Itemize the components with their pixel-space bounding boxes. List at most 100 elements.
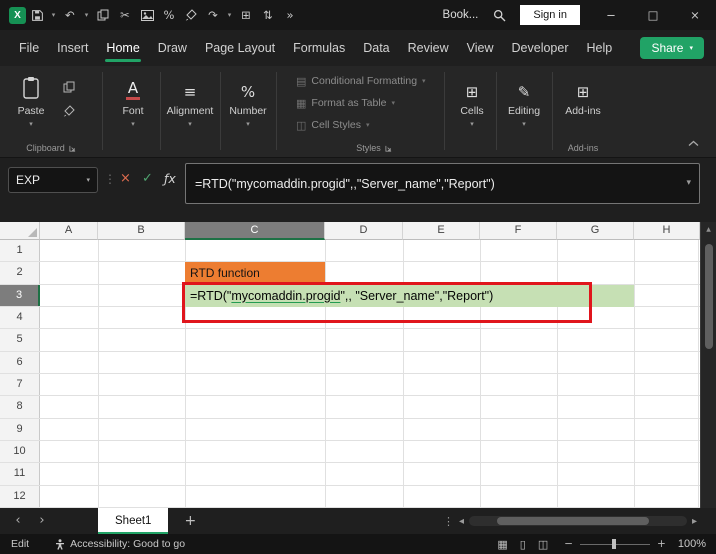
sign-in-button[interactable]: Sign in <box>520 5 580 25</box>
percent-style-icon[interactable]: % <box>158 0 180 30</box>
horizontal-scrollbar[interactable] <box>468 516 687 526</box>
sheet-nav-prev-button[interactable]: ‹ <box>6 508 30 534</box>
share-button[interactable]: Share ▾ <box>640 37 704 59</box>
sort-icon[interactable]: ⇅ <box>257 0 279 30</box>
page-break-view-button[interactable]: ◫ <box>538 538 548 551</box>
zoom-slider[interactable] <box>580 539 651 549</box>
row-header-8[interactable]: 8 <box>0 396 40 418</box>
add-ins-button[interactable]: ⊞ Add-ins <box>558 70 608 136</box>
chevron-down-icon[interactable]: ▾ <box>86 176 90 184</box>
tab-review[interactable]: Review <box>399 30 458 66</box>
tab-insert[interactable]: Insert <box>48 30 97 66</box>
vertical-scrollbar-thumb[interactable] <box>705 244 713 349</box>
toolbar-overflow-icon[interactable]: » <box>279 0 301 30</box>
enter-icon[interactable]: ✓ <box>142 171 153 186</box>
row-header-2[interactable]: 2 <box>0 262 40 284</box>
conditional-formatting-button[interactable]: ▤ Conditional Formatting ▾ <box>296 70 452 92</box>
format-as-table-button[interactable]: ▦ Format as Table ▾ <box>296 92 452 114</box>
format-painter-button[interactable] <box>60 102 78 120</box>
column-header-f[interactable]: F <box>480 222 557 240</box>
column-header-h[interactable]: H <box>634 222 700 240</box>
picture-icon[interactable] <box>136 0 158 30</box>
minimize-button[interactable]: − <box>590 0 632 30</box>
save-icon[interactable] <box>26 0 48 30</box>
table-icon[interactable]: ⊞ <box>235 0 257 30</box>
zoom-out-button[interactable]: − <box>564 538 573 550</box>
column-header-c[interactable]: C <box>185 222 325 240</box>
insert-function-icon[interactable]: ƒx <box>164 171 176 186</box>
redo-dropdown-icon[interactable]: ▾ <box>224 0 235 30</box>
maximize-button[interactable]: □ <box>632 0 674 30</box>
editing-group-button[interactable]: ✎ Editing ▾ <box>500 70 548 136</box>
cells-group-button[interactable]: ⊞ Cells ▾ <box>450 70 494 136</box>
tab-developer[interactable]: Developer <box>503 30 578 66</box>
column-header-e[interactable]: E <box>403 222 480 240</box>
search-icon[interactable] <box>488 0 510 30</box>
font-group-button[interactable]: A Font ▾ <box>110 70 156 136</box>
chevron-down-icon: ▾ <box>246 120 250 128</box>
zoom-slider-thumb[interactable] <box>612 539 617 549</box>
formula-input[interactable]: =RTD("mycomaddin.progid",,"Server_name",… <box>185 163 700 204</box>
name-box[interactable]: EXP ▾ <box>8 167 98 193</box>
alignment-group-button[interactable]: ≡ Alignment ▾ <box>164 70 216 136</box>
zoom-level[interactable]: 100% <box>678 538 706 550</box>
tab-page-layout[interactable]: Page Layout <box>196 30 284 66</box>
cell-styles-label: Cell Styles <box>311 119 362 131</box>
page-layout-view-button[interactable]: ▯ <box>520 538 526 551</box>
tab-data[interactable]: Data <box>354 30 398 66</box>
scroll-left-icon[interactable]: ◂ <box>459 516 464 527</box>
gridline <box>698 240 699 508</box>
cut-icon[interactable]: ✂ <box>114 0 136 30</box>
scroll-up-icon[interactable]: ▲ <box>701 222 716 238</box>
row-header-4[interactable]: 4 <box>0 306 40 329</box>
column-header-b[interactable]: B <box>98 222 185 240</box>
expand-formula-bar-icon[interactable]: ▾ <box>686 178 691 188</box>
column-header-g[interactable]: G <box>557 222 634 240</box>
tab-view[interactable]: View <box>458 30 503 66</box>
cancel-icon[interactable]: × <box>120 171 131 186</box>
row-header-6[interactable]: 6 <box>0 351 40 373</box>
accessibility-status[interactable]: Accessibility: Good to go <box>55 538 185 550</box>
row-header-10[interactable]: 10 <box>0 440 40 463</box>
cell-styles-button[interactable]: ◫ Cell Styles ▾ <box>296 114 452 136</box>
copy-button[interactable] <box>60 78 78 96</box>
row-header-12[interactable]: 12 <box>0 485 40 507</box>
row-header-5[interactable]: 5 <box>0 329 40 351</box>
grid-body[interactable]: 1 2 3 4 5 6 7 8 9 10 11 12 RTD function … <box>0 240 700 508</box>
tab-help[interactable]: Help <box>578 30 622 66</box>
close-button[interactable]: × <box>674 0 716 30</box>
row-header-9[interactable]: 9 <box>0 418 40 440</box>
column-header-a[interactable]: A <box>40 222 98 240</box>
redo-icon[interactable]: ↷ <box>202 0 224 30</box>
horizontal-scrollbar-thumb[interactable] <box>496 517 649 525</box>
select-all-corner[interactable] <box>0 222 40 240</box>
add-sheet-button[interactable]: + <box>184 513 196 529</box>
format-painter-icon[interactable] <box>180 0 202 30</box>
editing-icon: ✎ <box>517 83 531 101</box>
sheet-nav-next-button[interactable]: › <box>30 508 54 534</box>
tab-draw[interactable]: Draw <box>149 30 196 66</box>
number-group-button[interactable]: % Number ▾ <box>224 70 272 136</box>
sheet-options-icon[interactable]: ⋮ <box>443 515 454 528</box>
tab-home[interactable]: Home <box>97 30 148 66</box>
undo-dropdown-icon[interactable]: ▾ <box>81 0 92 30</box>
tab-file[interactable]: File <box>10 30 48 66</box>
zoom-in-button[interactable]: + <box>657 538 666 550</box>
normal-view-button[interactable]: ▦ <box>497 538 507 551</box>
row-header-11[interactable]: 11 <box>0 463 40 485</box>
copy-icon[interactable] <box>92 0 114 30</box>
collapse-ribbon-icon[interactable] <box>688 140 699 147</box>
paste-button[interactable]: Paste ▾ <box>8 70 54 136</box>
tab-formulas[interactable]: Formulas <box>284 30 354 66</box>
row-header-3[interactable]: 3 <box>0 284 40 306</box>
scroll-right-icon[interactable]: ▸ <box>692 516 697 527</box>
dialog-launcher-icon[interactable] <box>69 145 76 152</box>
undo-icon[interactable]: ↶ <box>59 0 81 30</box>
column-header-d[interactable]: D <box>325 222 403 240</box>
autosave-dropdown-icon[interactable]: ▾ <box>48 0 59 30</box>
sheet-tab-sheet1[interactable]: Sheet1 <box>98 508 169 534</box>
dialog-launcher-icon[interactable] <box>385 145 392 152</box>
vertical-scrollbar[interactable]: ▲ <box>700 222 716 508</box>
row-header-7[interactable]: 7 <box>0 373 40 396</box>
row-header-1[interactable]: 1 <box>0 240 40 262</box>
